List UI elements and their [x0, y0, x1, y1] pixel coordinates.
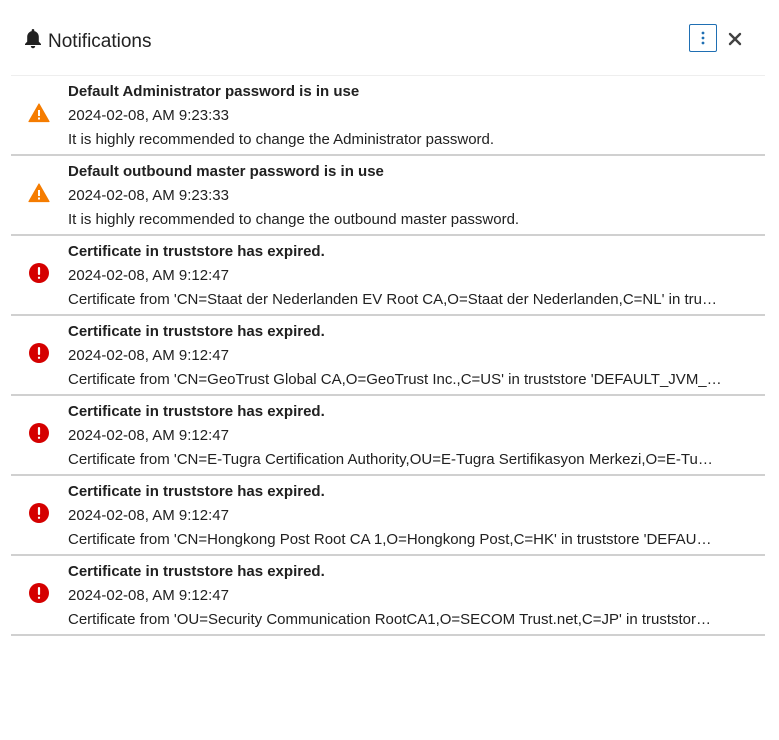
notification-title: Certificate in truststore has expired.: [68, 563, 325, 580]
more-options-button[interactable]: [689, 24, 717, 52]
error-circle-icon: [29, 423, 49, 443]
notification-message: Certificate from 'CN=Staat der Nederland…: [68, 291, 717, 308]
notification-message: Certificate from 'CN=GeoTrust Global CA,…: [68, 371, 722, 388]
notification-message: It is highly recommended to change the o…: [68, 211, 520, 228]
notification-title: Default outbound master password is in u…: [68, 163, 384, 180]
notification-text: Certificate in truststore has expired. 2…: [68, 560, 740, 632]
notification-title: Certificate in truststore has expired.: [68, 243, 325, 260]
notification-message: Certificate from 'CN=Hongkong Post Root …: [68, 531, 712, 548]
notification-item[interactable]: Certificate in truststore has expired. 2…: [11, 476, 765, 556]
notification-timestamp: 2024-02-08, AM 9:12:47: [68, 587, 229, 604]
error-circle-icon: [29, 263, 49, 283]
notification-text: Default Administrator password is in use…: [68, 80, 740, 152]
notification-item[interactable]: Default outbound master password is in u…: [11, 156, 765, 236]
panel-header: Notifications: [0, 0, 779, 76]
notification-message: It is highly recommended to change the A…: [68, 131, 495, 148]
notification-title: Certificate in truststore has expired.: [68, 403, 325, 420]
panel-title: Notifications: [48, 31, 152, 52]
warning-triangle-icon: [28, 103, 50, 123]
notification-list: Default Administrator password is in use…: [11, 75, 765, 636]
error-circle-icon: [29, 583, 49, 603]
notification-timestamp: 2024-02-08, AM 9:23:33: [68, 187, 229, 204]
notification-item[interactable]: Certificate in truststore has expired. 2…: [11, 556, 765, 636]
notification-title: Certificate in truststore has expired.: [68, 323, 325, 340]
notification-timestamp: 2024-02-08, AM 9:12:47: [68, 267, 229, 284]
notification-text: Certificate in truststore has expired. 2…: [68, 320, 740, 392]
notification-text: Certificate in truststore has expired. 2…: [68, 400, 740, 472]
notification-text: Certificate in truststore has expired. 2…: [68, 480, 740, 552]
notification-message: Certificate from 'CN=E-Tugra Certificati…: [68, 451, 713, 468]
notification-title: Certificate in truststore has expired.: [68, 483, 325, 500]
error-circle-icon: [29, 503, 49, 523]
notification-timestamp: 2024-02-08, AM 9:23:33: [68, 107, 229, 124]
vertical-dots-icon: [701, 31, 705, 45]
notification-timestamp: 2024-02-08, AM 9:12:47: [68, 347, 229, 364]
notification-title: Default Administrator password is in use: [68, 83, 360, 100]
notification-text: Certificate in truststore has expired. 2…: [68, 240, 740, 312]
close-icon[interactable]: [726, 30, 744, 48]
bell-icon: [25, 29, 41, 49]
notification-timestamp: 2024-02-08, AM 9:12:47: [68, 427, 229, 444]
error-circle-icon: [29, 343, 49, 363]
notification-text: Default outbound master password is in u…: [68, 160, 740, 232]
warning-triangle-icon: [28, 183, 50, 203]
notification-timestamp: 2024-02-08, AM 9:12:47: [68, 507, 229, 524]
notifications-panel: Notifications Default Administrator pass…: [0, 0, 779, 740]
notification-item[interactable]: Default Administrator password is in use…: [11, 76, 765, 156]
notification-item[interactable]: Certificate in truststore has expired. 2…: [11, 396, 765, 476]
notification-item[interactable]: Certificate in truststore has expired. 2…: [11, 236, 765, 316]
notification-message: Certificate from 'OU=Security Communicat…: [68, 611, 712, 628]
notification-item[interactable]: Certificate in truststore has expired. 2…: [11, 316, 765, 396]
